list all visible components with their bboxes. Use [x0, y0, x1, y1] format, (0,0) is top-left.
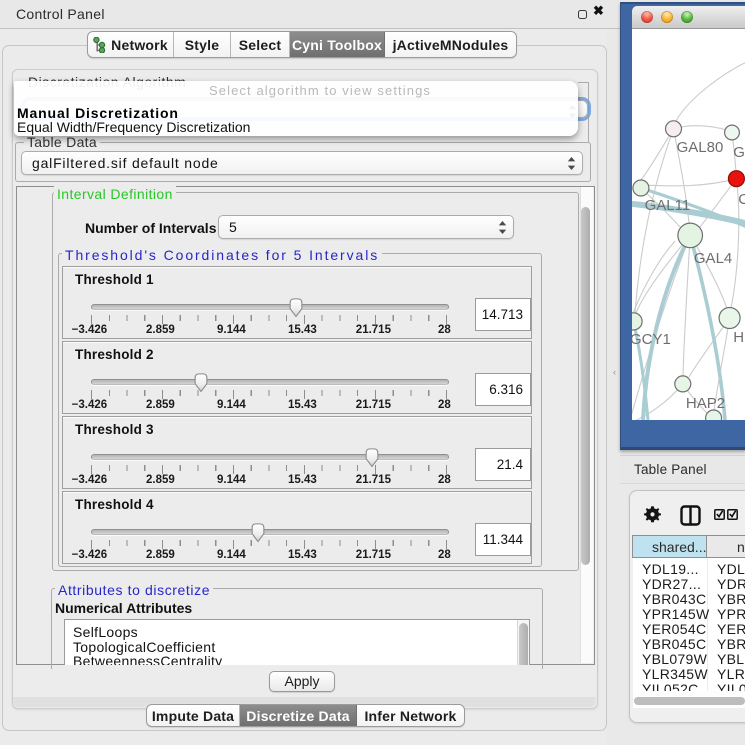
- svg-text:GAL4: GAL4: [694, 250, 732, 267]
- svg-text:GAL80: GAL80: [677, 139, 724, 156]
- svg-text:GA: GA: [733, 144, 745, 161]
- svg-text:GAL11: GAL11: [645, 197, 691, 214]
- svg-text:H: H: [733, 329, 744, 346]
- svg-text:C: C: [738, 191, 745, 208]
- svg-text:HAP2: HAP2: [686, 395, 725, 412]
- svg-text:GCY1: GCY1: [632, 331, 671, 348]
